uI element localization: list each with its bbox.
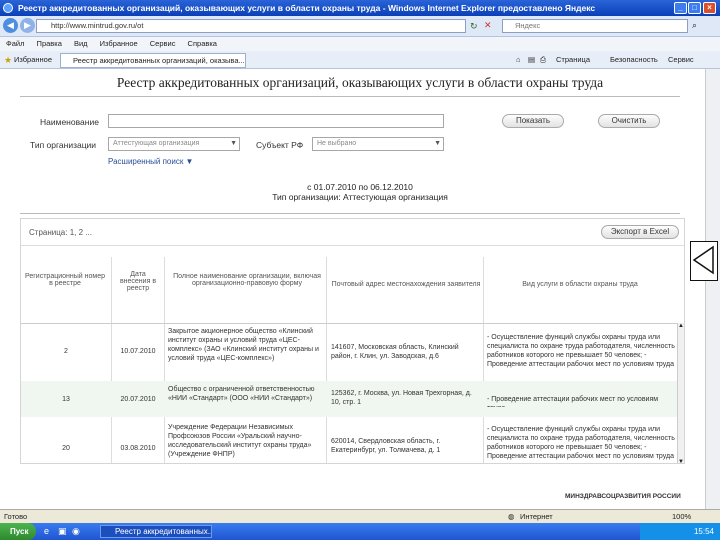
status-bar: Готово ◍ Интернет 100% (0, 509, 720, 523)
col-regnum-header: Регистрационный номер в реестре (25, 273, 105, 287)
menu-bar: Файл Правка Вид Избранное Сервис Справка (0, 37, 720, 51)
col-divider (326, 257, 327, 463)
taskbar-item[interactable]: Реестр аккредитованных... (100, 525, 212, 538)
favorites-bar: ★ Избранное Реестр аккредитованных орган… (0, 51, 720, 69)
command-tools[interactable]: Сервис (668, 51, 694, 69)
clock: 15:54 (693, 527, 714, 536)
subject-value: Не выбрано (317, 140, 357, 147)
star-icon[interactable]: ★ (4, 51, 12, 69)
quicklaunch-desktop-icon[interactable]: ▣ (58, 526, 67, 537)
header-divider (21, 323, 684, 324)
start-button[interactable]: Пуск (0, 523, 36, 540)
col-divider (164, 257, 165, 463)
col-divider (111, 257, 112, 463)
filter-divider (20, 213, 680, 214)
ministry-logo: МИНЗДРАВСОЦРАЗВИТИЯ РОССИИ (565, 493, 681, 500)
collapse-panel-button[interactable] (690, 241, 718, 281)
feeds-icon[interactable]: ▤ (528, 51, 535, 69)
table-scrollbar[interactable]: ▲ ▼ (677, 323, 684, 463)
cell-name: Закрытое акционерное общество «Клинский … (168, 328, 319, 362)
zoom-level[interactable]: 100% (672, 510, 691, 523)
triangle-left-icon (692, 245, 714, 275)
quicklaunch-ie-icon[interactable]: e (44, 526, 49, 536)
menu-tools[interactable]: Сервис (150, 37, 176, 51)
taskbar: Пуск e ▣ ◉ Реестр аккредитованных... 15:… (0, 523, 720, 540)
table-toolbar-divider (21, 245, 684, 246)
window-title: Реестр аккредитованных организаций, оказ… (18, 3, 596, 13)
cell-service: - Осуществление функций службы охраны тр… (487, 426, 675, 460)
chevron-down-icon: ▼ (230, 140, 237, 147)
favorites-label[interactable]: Избранное (14, 51, 52, 69)
name-input[interactable] (108, 114, 444, 128)
forward-icon[interactable]: ▶ (20, 18, 35, 33)
page-title: Реестр аккредитованных организаций, оказ… (116, 75, 604, 90)
cell-regnum: 13 (62, 396, 70, 403)
name-label: Наименование (40, 117, 99, 127)
search-provider-label: Яндекс (515, 21, 541, 30)
maximize-button[interactable]: □ (688, 2, 701, 14)
cell-name: Учреждение Федерации Независимых Профсою… (168, 424, 312, 458)
browser-tab[interactable]: Реестр аккредитованных организаций, оказ… (60, 53, 246, 68)
close-button[interactable]: × (703, 2, 716, 14)
cell-date: 03.08.2010 (120, 445, 156, 452)
subject-label: Субъект РФ (256, 140, 304, 150)
page-scrollbar[interactable] (705, 69, 720, 509)
command-page[interactable]: Страница (556, 51, 590, 69)
search-input[interactable]: Яндекс (502, 19, 688, 33)
command-security[interactable]: Безопасность (610, 51, 658, 69)
period-text: с 01.07.2010 по 06.12.2010 (307, 182, 413, 192)
scroll-up-icon[interactable]: ▲ (678, 323, 684, 329)
cell-date: 20.07.2010 (120, 396, 156, 403)
cell-service: - Проведение аттестации рабочих мест по … (487, 396, 659, 407)
orgtype-label: Тип организации (30, 140, 97, 150)
cell-address: 620014, Свердловская область, г. Екатери… (331, 438, 441, 454)
cell-address: 125362, г. Москва, ул. Новая Трехгорная,… (331, 390, 472, 406)
menu-file[interactable]: Файл (6, 37, 24, 51)
quicklaunch-media-icon[interactable]: ◉ (72, 526, 80, 537)
chevron-down-icon: ▼ (434, 140, 441, 147)
search-icon[interactable]: ⌕ (692, 20, 697, 31)
col-service-header: Вид услуги в области охраны труда (522, 281, 638, 288)
ie-logo-icon (3, 3, 13, 13)
cell-date: 10.07.2010 (120, 348, 156, 355)
refresh-icon[interactable]: ↻ (470, 21, 478, 32)
home-icon[interactable]: ⌂ (516, 51, 521, 69)
col-date-header: Дата внесения в реестр (119, 271, 157, 292)
title-divider (20, 96, 680, 97)
export-excel-button[interactable]: Экспорт в Excel (601, 225, 679, 239)
address-bar: ◀ ▶ http://www.mintrud.gov.ru/ot ↻ ✕ Янд… (0, 16, 720, 37)
menu-help[interactable]: Справка (188, 37, 217, 51)
orgtype-select[interactable]: Аттестующая организация ▼ (108, 137, 240, 151)
system-tray: 15:54 (640, 523, 720, 540)
stop-icon[interactable]: ✕ (484, 20, 492, 31)
menu-view[interactable]: Вид (74, 37, 88, 51)
menu-favorites[interactable]: Избранное (100, 37, 138, 51)
orgtype-value: Аттестующая организация (113, 140, 200, 147)
search-button[interactable]: Показать (502, 114, 564, 128)
cell-address: 141607, Московская область, Клинский рай… (331, 344, 459, 360)
zone-text: Интернет (520, 512, 553, 521)
print-icon[interactable]: ⎙ (540, 51, 546, 69)
minimize-button[interactable]: _ (674, 2, 687, 14)
menu-edit[interactable]: Правка (37, 37, 62, 51)
cell-name: Общество с ограниченной ответственностью… (168, 386, 315, 402)
url-input[interactable]: http://www.mintrud.gov.ru/ot (36, 19, 466, 33)
cell-service: - Осуществление функций службы охраны тр… (487, 334, 675, 368)
cell-regnum: 2 (64, 348, 68, 355)
advanced-search-link[interactable]: Расширенный поиск ▼ (108, 157, 193, 166)
clear-button[interactable]: Очистить (598, 114, 660, 128)
results-table: Страница: 1, 2 ... Экспорт в Excel Регис… (20, 218, 685, 464)
col-address-header: Почтовый адрес местонахождения заявителя (331, 281, 481, 288)
status-text: Готово (4, 512, 28, 521)
col-name-header: Полное наименование организации, включая… (173, 273, 321, 287)
globe-icon: ◍ (508, 512, 515, 521)
pagination[interactable]: Страница: 1, 2 ... (29, 228, 92, 237)
window-titlebar: Реестр аккредитованных организаций, оказ… (0, 0, 720, 16)
col-divider (483, 257, 484, 463)
cell-regnum: 20 (62, 445, 70, 452)
orgtype-text: Тип организации: Аттестующая организация (272, 192, 448, 202)
back-icon[interactable]: ◀ (3, 18, 18, 33)
scroll-down-icon[interactable]: ▼ (678, 459, 684, 463)
subject-select[interactable]: Не выбрано ▼ (312, 137, 444, 151)
